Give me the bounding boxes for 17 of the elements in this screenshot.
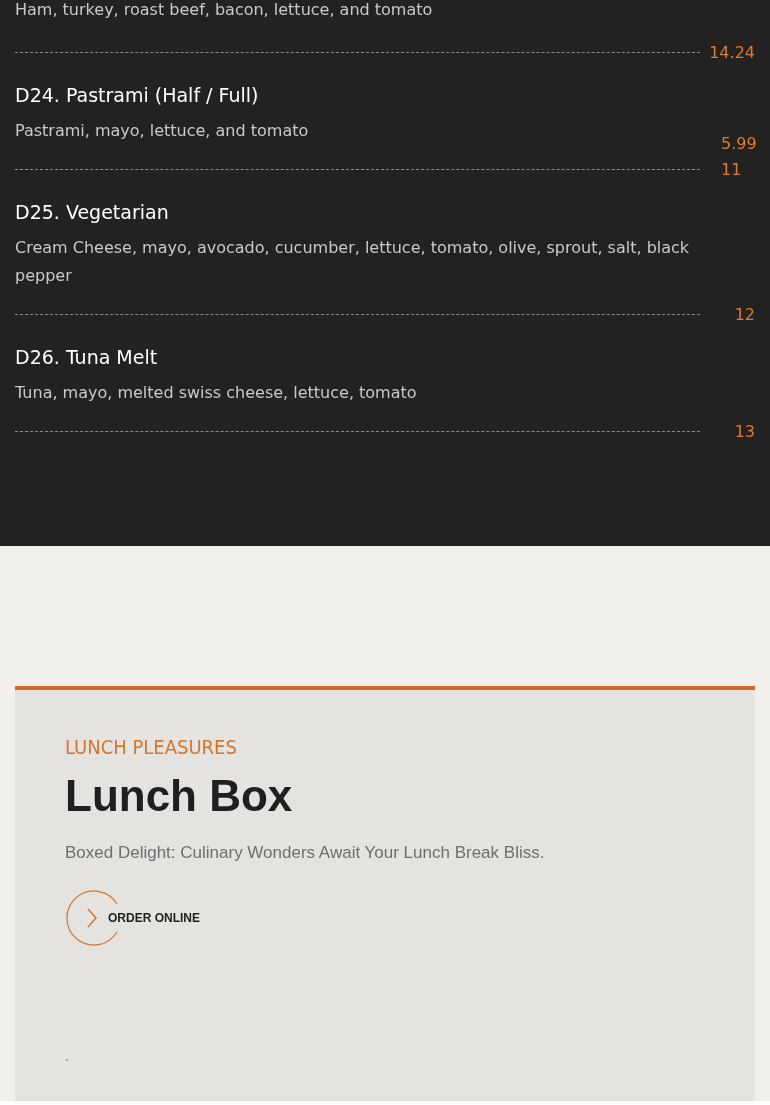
menu-item-description: Cream Cheese, mayo, avocado, cucumber, lettuce, tomato, olive, sprout, salt, black pepper: [15, 237, 691, 287]
section-subtitle: Boxed Delight: Culinary Wonders Await Your Lunch Break Bliss.: [65, 842, 546, 864]
menu-item-description: Ham, turkey, roast beef, bacon, lettuce, and tomato: [15, 0, 434, 21]
section-heading: Lunch Box: [65, 770, 294, 822]
menu-item-price: 11: [721, 159, 743, 181]
footnote-text: .: [65, 1050, 70, 1064]
menu-item-title: D24. Pastrami (Half / Full): [15, 83, 260, 107]
menu-item-price: 13: [733, 421, 755, 443]
menu-item-price: 12: [733, 304, 755, 326]
order-online-button[interactable]: ORDER ONLINE: [65, 890, 200, 946]
menu-item-price: 5.99: [721, 133, 755, 155]
menu-item-title: D26. Tuna Melt: [15, 345, 159, 369]
menu-item-description: Pastrami, mayo, lettuce, and tomato: [15, 120, 310, 142]
menu-item-description: Tuna, mayo, melted swiss cheese, lettuce, tomato: [15, 382, 418, 404]
section-eyebrow: LUNCH PLEASURES: [65, 734, 238, 760]
menu-item-title: D25. Vegetarian: [15, 200, 170, 224]
menu-item-price: 14.24: [708, 42, 755, 64]
